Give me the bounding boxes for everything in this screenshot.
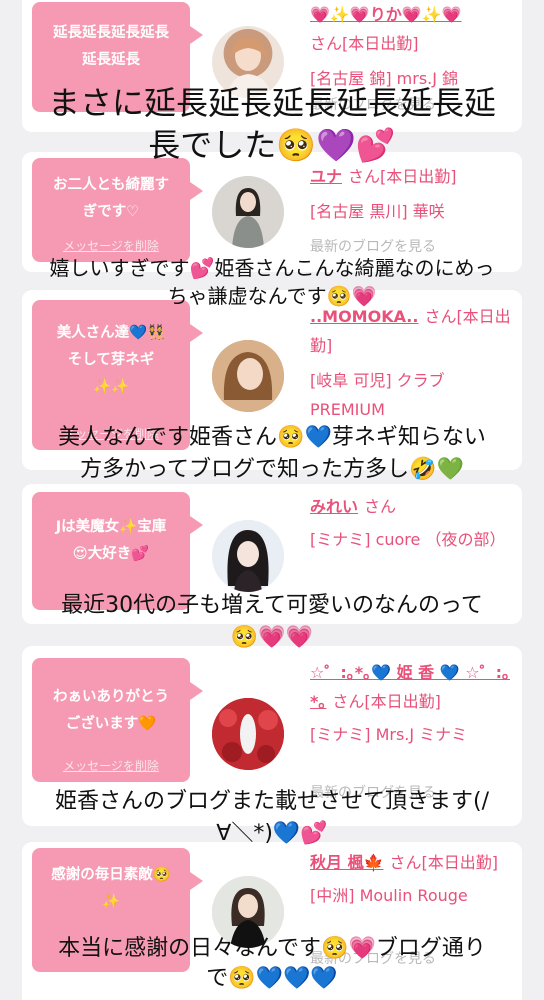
profile-info: ..MOMOKA.. さん[本日出勤] [岐阜 可児] クラブ PREMIUM — [310, 302, 514, 424]
avatar-portrait-icon — [212, 520, 284, 592]
profile-status: さん[本日出勤] — [332, 692, 441, 711]
message-bubble: わぁいありがとう ございます🧡 メッセージを削除 — [32, 658, 203, 782]
overlay-caption: 本当に感謝の日々なんです🥺💗ブログ通り で🥺💙💙💙 — [0, 934, 544, 994]
caption-line: ∀＼*)💙💕 — [216, 821, 328, 846]
overlay-caption: まさに延長延長延長延長延長延 長でした🥺💜💕 — [0, 82, 544, 166]
profile-name-link[interactable]: 秋月 楓🍁 — [310, 853, 384, 872]
caption-line: 最近30代の子も増えて可愛いのなんのって — [61, 593, 483, 618]
avatar-portrait-icon — [212, 176, 284, 248]
overlay-caption: 美人なんです姫香さん🥺💙芽ネギ知らない 方多かってブログで知った方多し🤣💚 — [0, 422, 544, 486]
avatar-portrait-icon — [212, 340, 284, 412]
profile-status: さん[本日出勤] — [310, 34, 419, 53]
profile-shop: [岐阜 可児] クラブ PREMIUM — [310, 371, 445, 419]
caption-line: 姫香さんのブログまた載せさせて頂きます(/ — [55, 789, 489, 814]
profile-status: さん — [364, 497, 397, 516]
profile-info: 秋月 楓🍁 さん[本日出勤] [中洲] Moulin Rouge — [310, 848, 514, 910]
caption-line: ちゃ謙虚なんです🥺💗 — [167, 284, 377, 308]
profile-status: さん[本日出勤] — [389, 853, 499, 872]
profile-info: みれい さん [ミナミ] cuore （夜の部） — [310, 492, 514, 554]
message-text: お二人とも綺麗す ぎです♡ — [53, 177, 169, 220]
profile-info: 💗✨💗りか💗✨💗 さん[本日出勤] [名古屋 錦] mrs.J 錦 — [310, 0, 514, 93]
profile-status: さん[本日出勤] — [348, 167, 457, 186]
message-text: わぁいありがとう ございます🧡 — [53, 689, 169, 732]
overlay-caption: 最近30代の子も増えて可愛いのなんのって 🥺💗💗 — [0, 590, 544, 654]
profile-name-link[interactable]: 💗✨💗りか💗✨💗 — [310, 5, 462, 24]
delete-message-link[interactable]: メッセージを削除 — [32, 237, 190, 254]
avatar[interactable] — [212, 520, 284, 592]
message-text: 延長延長延長延長 延長延長 — [53, 25, 169, 68]
message-text: 感謝の毎日素敵🥺 ✨ — [51, 867, 171, 910]
overlay-caption: 姫香さんのブログまた載せさせて頂きます(/ ∀＼*)💙💕 — [0, 786, 544, 850]
caption-line: 美人なんです姫香さん🥺💙芽ネギ知らない — [58, 425, 486, 450]
message-text: Jは美魔女✨宝庫 😍大好き💕 — [55, 519, 167, 562]
avatar[interactable] — [212, 698, 284, 770]
overlay-caption: 嬉しいすぎです💕姫香さんこんな綺麗なのにめっ ちゃ謙虚なんです🥺💗 — [0, 254, 544, 310]
profile-shop: [ミナミ] Mrs.J ミナミ — [310, 725, 468, 744]
caption-line: まさに延長延長延長延長延長延 — [47, 84, 496, 122]
profile-info: ユナ さん[本日出勤] [名古屋 黒川] 華咲 — [310, 162, 514, 226]
message-bubble: お二人とも綺麗す ぎです♡ メッセージを削除 — [32, 158, 203, 262]
profile-name-link[interactable]: ユナ — [310, 167, 342, 186]
caption-line: 嬉しいすぎです💕姫香さんこんな綺麗なのにめっ — [49, 256, 495, 280]
caption-line: 方多かってブログで知った方多し🤣💚 — [80, 457, 464, 482]
caption-line: 🥺💗💗 — [230, 625, 314, 650]
latest-blog-link[interactable]: 最新のブログを見る — [310, 236, 436, 256]
message-text: 美人さん達💙👯 そして芽ネギ ✨✨ — [56, 325, 166, 395]
profile-shop: [中洲] Moulin Rouge — [310, 886, 468, 905]
avatar[interactable] — [212, 176, 284, 248]
caption-line: 本当に感謝の日々なんです🥺💗ブログ通り — [58, 936, 486, 961]
avatar-portrait-icon — [212, 698, 284, 770]
profile-name-link[interactable]: みれい — [310, 497, 358, 516]
avatar[interactable] — [212, 340, 284, 412]
caption-line: 長でした🥺💜💕 — [148, 126, 396, 164]
caption-line: で🥺💙💙💙 — [206, 966, 338, 991]
profile-shop: [ミナミ] cuore （夜の部） — [310, 530, 506, 549]
delete-message-link[interactable]: メッセージを削除 — [32, 757, 190, 774]
profile-shop: [名古屋 黒川] 華咲 — [310, 202, 445, 221]
profile-info: ☆゜:｡*｡💙 姫 香 💙 ☆゜:｡*｡ さん[本日出勤] [ミナミ] Mrs.J… — [310, 658, 514, 749]
